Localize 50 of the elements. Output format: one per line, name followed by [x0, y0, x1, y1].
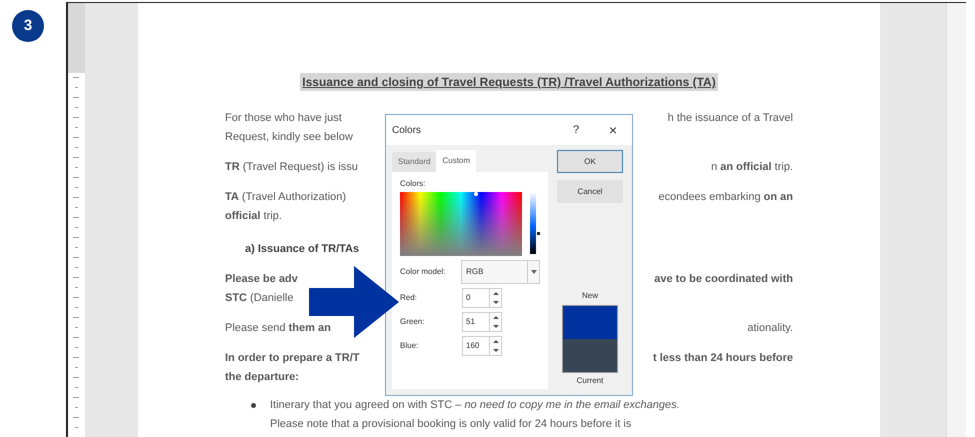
ruler-margin — [68, 3, 85, 73]
text-line: n an official trip. — [711, 160, 793, 176]
text-line: the departure: — [225, 370, 299, 386]
text-line: TA (Travel Authorization) — [225, 190, 346, 206]
scrollbar[interactable] — [946, 3, 966, 437]
text-line: t less than 24 hours before — [653, 351, 793, 366]
slider-pointer-icon[interactable] — [537, 232, 540, 235]
text-line: STC (Danielle — [225, 291, 294, 306]
dialog-title: Colors — [392, 124, 421, 138]
color-spectrum[interactable] — [400, 192, 522, 256]
swatch-label: Current — [576, 375, 604, 387]
dialog-tab[interactable]: Standard — [392, 152, 436, 172]
document-title: Issuance and closing of Travel Requests (TR) /Travel Authorizations (TA) — [300, 73, 718, 91]
section-heading: a) Issuance of TR/TAs — [245, 242, 360, 258]
text-line: ave to be coordinated with — [654, 272, 793, 288]
field-label: Blue: — [400, 340, 420, 352]
text-line: ationality. — [747, 321, 793, 336]
text-line: Request, kindly see below — [225, 130, 353, 146]
text-line: TR (Travel Request) is issu — [225, 160, 358, 176]
bullet-icon — [251, 403, 256, 408]
swatch-label: New — [582, 290, 598, 302]
text-line: In order to prepare a TR/T — [225, 351, 360, 366]
spinner-icon[interactable] — [489, 337, 501, 355]
number-field[interactable]: 0 — [462, 288, 502, 308]
close-button[interactable]: × — [600, 120, 626, 140]
spinner-icon[interactable] — [489, 313, 501, 331]
dialog-button[interactable]: OK — [557, 150, 623, 173]
text-line: h the issuance of a Travel — [668, 111, 793, 126]
text-line: For those who have just — [225, 111, 342, 126]
text-line: Please note that a provisional booking is only valid for 24 hours before it is — [270, 417, 632, 432]
text-line: Itinerary that you agreed on with STC – no need to copy me in the email exchanges. — [270, 398, 680, 414]
caret-icon — [527, 261, 539, 283]
colors-label: Colors: — [400, 178, 426, 190]
text-line: Please send them an — [225, 321, 331, 336]
luminance-bar[interactable] — [530, 192, 536, 254]
dialog-tab[interactable]: Custom — [436, 150, 476, 172]
text-line: econdees embarking on an — [658, 190, 793, 206]
step-badge: 3 — [12, 10, 44, 42]
field-label: Red: — [400, 292, 418, 304]
text-line: Please be adv — [225, 272, 298, 288]
number-field[interactable]: 160 — [462, 336, 502, 356]
crosshair-icon — [474, 192, 478, 196]
field-label: Green: — [400, 316, 426, 328]
text-line: official trip. — [225, 209, 282, 224]
color-model-dropdown[interactable]: RGB — [461, 260, 540, 284]
dialog-button[interactable]: Cancel — [557, 180, 623, 203]
spinner-icon[interactable] — [489, 289, 501, 307]
help-button[interactable]: ? — [566, 122, 586, 138]
field-label: Color model: — [400, 266, 446, 278]
number-field[interactable]: 51 — [462, 312, 502, 332]
